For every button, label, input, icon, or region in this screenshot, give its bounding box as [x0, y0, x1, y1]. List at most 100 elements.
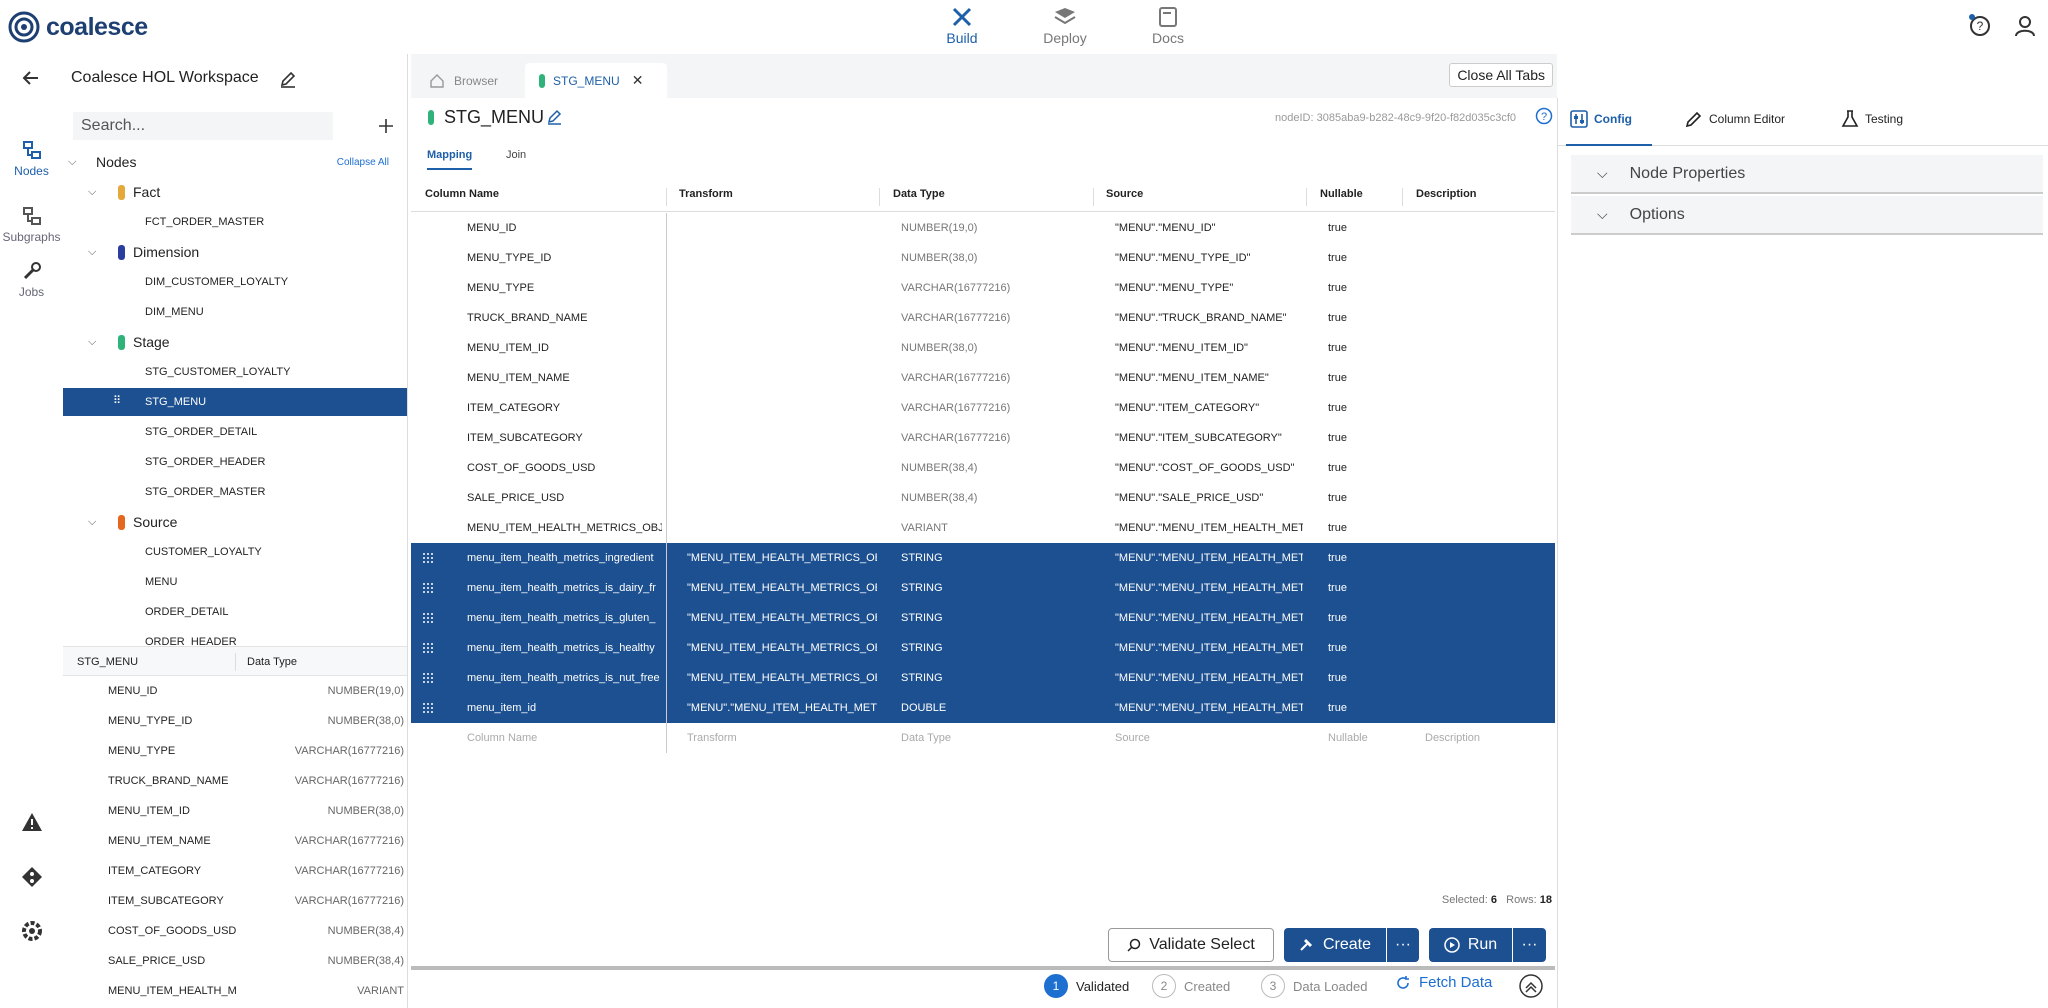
- table-row[interactable]: ITEM_CATEGORY VARCHAR(16777216) "MENU"."IT…: [411, 393, 1555, 423]
- cell-source[interactable]: "MENU"."MENU_ID": [1115, 222, 1303, 234]
- tree-item[interactable]: STG_CUSTOMER_LOYALTY: [63, 358, 407, 386]
- cell-type[interactable]: STRING: [901, 642, 1086, 654]
- table-row[interactable]: menu_item_id "MENU"."MENU_ITEM_HEALTH_MET…: [411, 693, 1555, 723]
- cell-nullable[interactable]: true: [1328, 342, 1398, 354]
- cell-source[interactable]: "MENU"."MENU_ITEM_NAME": [1115, 372, 1303, 384]
- help-button[interactable]: ?: [1968, 14, 1992, 38]
- cell-name[interactable]: SALE_PRICE_USD: [467, 492, 662, 504]
- cell-nullable[interactable]: true: [1328, 312, 1398, 324]
- run-button[interactable]: Run: [1429, 928, 1512, 962]
- options-section[interactable]: ⌵ Options: [1571, 196, 2043, 235]
- tree-root[interactable]: ⌵ Nodes Collapse All: [63, 148, 407, 176]
- cell-name[interactable]: COST_OF_GOODS_USD: [467, 462, 662, 474]
- placeholder-cell[interactable]: Data Type: [901, 732, 951, 744]
- drag-handle-icon[interactable]: [422, 582, 434, 594]
- tree-item[interactable]: STG_ORDER_HEADER: [63, 448, 407, 476]
- table-row[interactable]: MENU_ITEM_ID NUMBER(38,0) "MENU"."MENU_ITE…: [411, 333, 1555, 363]
- table-row[interactable]: MENU_TYPE_ID NUMBER(38,0) "MENU"."MENU_TYP…: [411, 243, 1555, 273]
- table-row[interactable]: menu_item_health_metrics_ingredient "MENU…: [411, 543, 1555, 573]
- column-panel-row[interactable]: COST_OF_GOODS_USD NUMBER(38,4): [63, 916, 407, 946]
- node-properties-section[interactable]: ⌵ Node Properties: [1571, 155, 2043, 194]
- cell-source[interactable]: "MENU"."MENU_TYPE": [1115, 282, 1303, 294]
- column-panel-row[interactable]: TRUCK_BRAND_NAME VARCHAR(16777216): [63, 766, 407, 796]
- cell-type[interactable]: NUMBER(38,0): [901, 342, 1086, 354]
- cell-source[interactable]: "MENU"."MENU_ITEM_HEALTH_METR: [1115, 672, 1303, 684]
- cell-name[interactable]: MENU_ITEM_NAME: [467, 372, 662, 384]
- cell-type[interactable]: STRING: [901, 582, 1086, 594]
- cell-name[interactable]: TRUCK_BRAND_NAME: [467, 312, 662, 324]
- header-column-name[interactable]: Column Name: [425, 188, 499, 200]
- cell-name[interactable]: menu_item_id: [467, 702, 662, 714]
- subtab-mapping[interactable]: Mapping: [427, 149, 473, 170]
- create-more-button[interactable]: ···: [1387, 928, 1419, 962]
- tree-item[interactable]: ORDER_DETAIL: [63, 598, 407, 626]
- cell-source[interactable]: "MENU"."ITEM_SUBCATEGORY": [1115, 432, 1303, 444]
- create-button[interactable]: Create: [1284, 928, 1386, 962]
- validate-select-button[interactable]: Validate Select: [1108, 928, 1274, 962]
- drag-handle-icon[interactable]: ⠿: [113, 394, 121, 407]
- tree-group-dimension[interactable]: ⌵ Dimension: [63, 238, 407, 266]
- cell-nullable[interactable]: true: [1328, 432, 1398, 444]
- cell-nullable[interactable]: true: [1328, 702, 1398, 714]
- table-row[interactable]: MENU_TYPE VARCHAR(16777216) "MENU"."MENU_T…: [411, 273, 1555, 303]
- cell-type[interactable]: VARCHAR(16777216): [901, 312, 1086, 324]
- cell-type[interactable]: NUMBER(38,4): [901, 462, 1086, 474]
- cell-name[interactable]: MENU_TYPE: [467, 282, 662, 294]
- search-input[interactable]: [73, 112, 333, 140]
- column-panel-row[interactable]: ITEM_SUBCATEGORY VARCHAR(16777216): [63, 886, 407, 916]
- cell-transform[interactable]: "MENU_ITEM_HEALTH_METRICS_OB.: [687, 672, 877, 684]
- cell-nullable[interactable]: true: [1328, 612, 1398, 624]
- nav-build[interactable]: Build: [922, 6, 1002, 46]
- header-transform[interactable]: Transform: [679, 188, 733, 200]
- cell-name[interactable]: MENU_TYPE_ID: [467, 252, 662, 264]
- column-panel-row[interactable]: ITEM_CATEGORY VARCHAR(16777216): [63, 856, 407, 886]
- cell-transform[interactable]: "MENU_ITEM_HEALTH_METRICS_OB.: [687, 612, 877, 624]
- nav-deploy[interactable]: Deploy: [1025, 6, 1105, 46]
- coalesce-logo[interactable]: coalesce: [8, 11, 148, 43]
- drag-handle-icon[interactable]: [422, 642, 434, 654]
- collapse-all-link[interactable]: Collapse All: [337, 157, 389, 168]
- cell-type[interactable]: VARCHAR(16777216): [901, 282, 1086, 294]
- edit-node-name-icon[interactable]: [546, 108, 563, 125]
- cell-source[interactable]: "MENU"."TRUCK_BRAND_NAME": [1115, 312, 1303, 324]
- cell-type[interactable]: STRING: [901, 672, 1086, 684]
- header-source[interactable]: Source: [1106, 188, 1143, 200]
- cell-type[interactable]: NUMBER(19,0): [901, 222, 1086, 234]
- cell-nullable[interactable]: true: [1328, 402, 1398, 414]
- cell-transform[interactable]: "MENU_ITEM_HEALTH_METRICS_OB.: [687, 552, 877, 564]
- table-row[interactable]: menu_item_health_metrics_is_healthy "MENU…: [411, 633, 1555, 663]
- cell-type[interactable]: DOUBLE: [901, 702, 1086, 714]
- subtab-join[interactable]: Join: [506, 149, 526, 161]
- tree-item[interactable]: CUSTOMER_LOYALTY: [63, 538, 407, 566]
- table-row[interactable]: MENU_ITEM_HEALTH_METRICS_OBJ VARIANT "MENU…: [411, 513, 1555, 543]
- cell-name[interactable]: menu_item_health_metrics_is_gluten_: [467, 612, 662, 624]
- cell-nullable[interactable]: true: [1328, 522, 1398, 534]
- back-arrow-icon[interactable]: [21, 68, 41, 88]
- table-row[interactable]: menu_item_health_metrics_is_nut_free "MEN…: [411, 663, 1555, 693]
- tree-item[interactable]: ⠿ STG_MENU: [63, 388, 407, 416]
- tree-group-source[interactable]: ⌵ Source: [63, 508, 407, 536]
- table-row[interactable]: TRUCK_BRAND_NAME VARCHAR(16777216) "MENU".…: [411, 303, 1555, 333]
- tab-stg-menu[interactable]: STG_MENU ✕: [525, 63, 667, 98]
- cell-nullable[interactable]: true: [1328, 642, 1398, 654]
- table-row[interactable]: menu_item_health_metrics_is_gluten_ "MENU…: [411, 603, 1555, 633]
- column-panel-row[interactable]: SALE_PRICE_USD NUMBER(38,4): [63, 946, 407, 976]
- cell-type[interactable]: VARCHAR(16777216): [901, 402, 1086, 414]
- placeholder-cell[interactable]: Source: [1115, 732, 1150, 744]
- drag-handle-icon[interactable]: [422, 612, 434, 624]
- column-panel-row[interactable]: MENU_ITEM_NAME VARCHAR(16777216): [63, 826, 407, 856]
- column-panel-row[interactable]: MENU_TYPE_ID NUMBER(38,0): [63, 706, 407, 736]
- table-row[interactable]: ITEM_SUBCATEGORY VARCHAR(16777216) "MENU".…: [411, 423, 1555, 453]
- tab-testing[interactable]: Testing: [1841, 110, 1903, 128]
- cell-source[interactable]: "MENU"."COST_OF_GOODS_USD": [1115, 462, 1303, 474]
- table-row[interactable]: MENU_ITEM_NAME VARCHAR(16777216) "MENU"."M…: [411, 363, 1555, 393]
- user-button[interactable]: [2014, 14, 2036, 38]
- drag-handle-icon[interactable]: [422, 672, 434, 684]
- cell-type[interactable]: STRING: [901, 612, 1086, 624]
- cell-source[interactable]: "MENU"."MENU_ITEM_HEALTH_METR: [1115, 612, 1303, 624]
- tree-item[interactable]: STG_ORDER_DETAIL: [63, 418, 407, 446]
- placeholder-cell[interactable]: Transform: [687, 732, 737, 744]
- cell-name[interactable]: menu_item_health_metrics_is_healthy: [467, 642, 662, 654]
- tab-browser[interactable]: Browser: [423, 63, 533, 98]
- placeholder-cell[interactable]: Nullable: [1328, 732, 1368, 744]
